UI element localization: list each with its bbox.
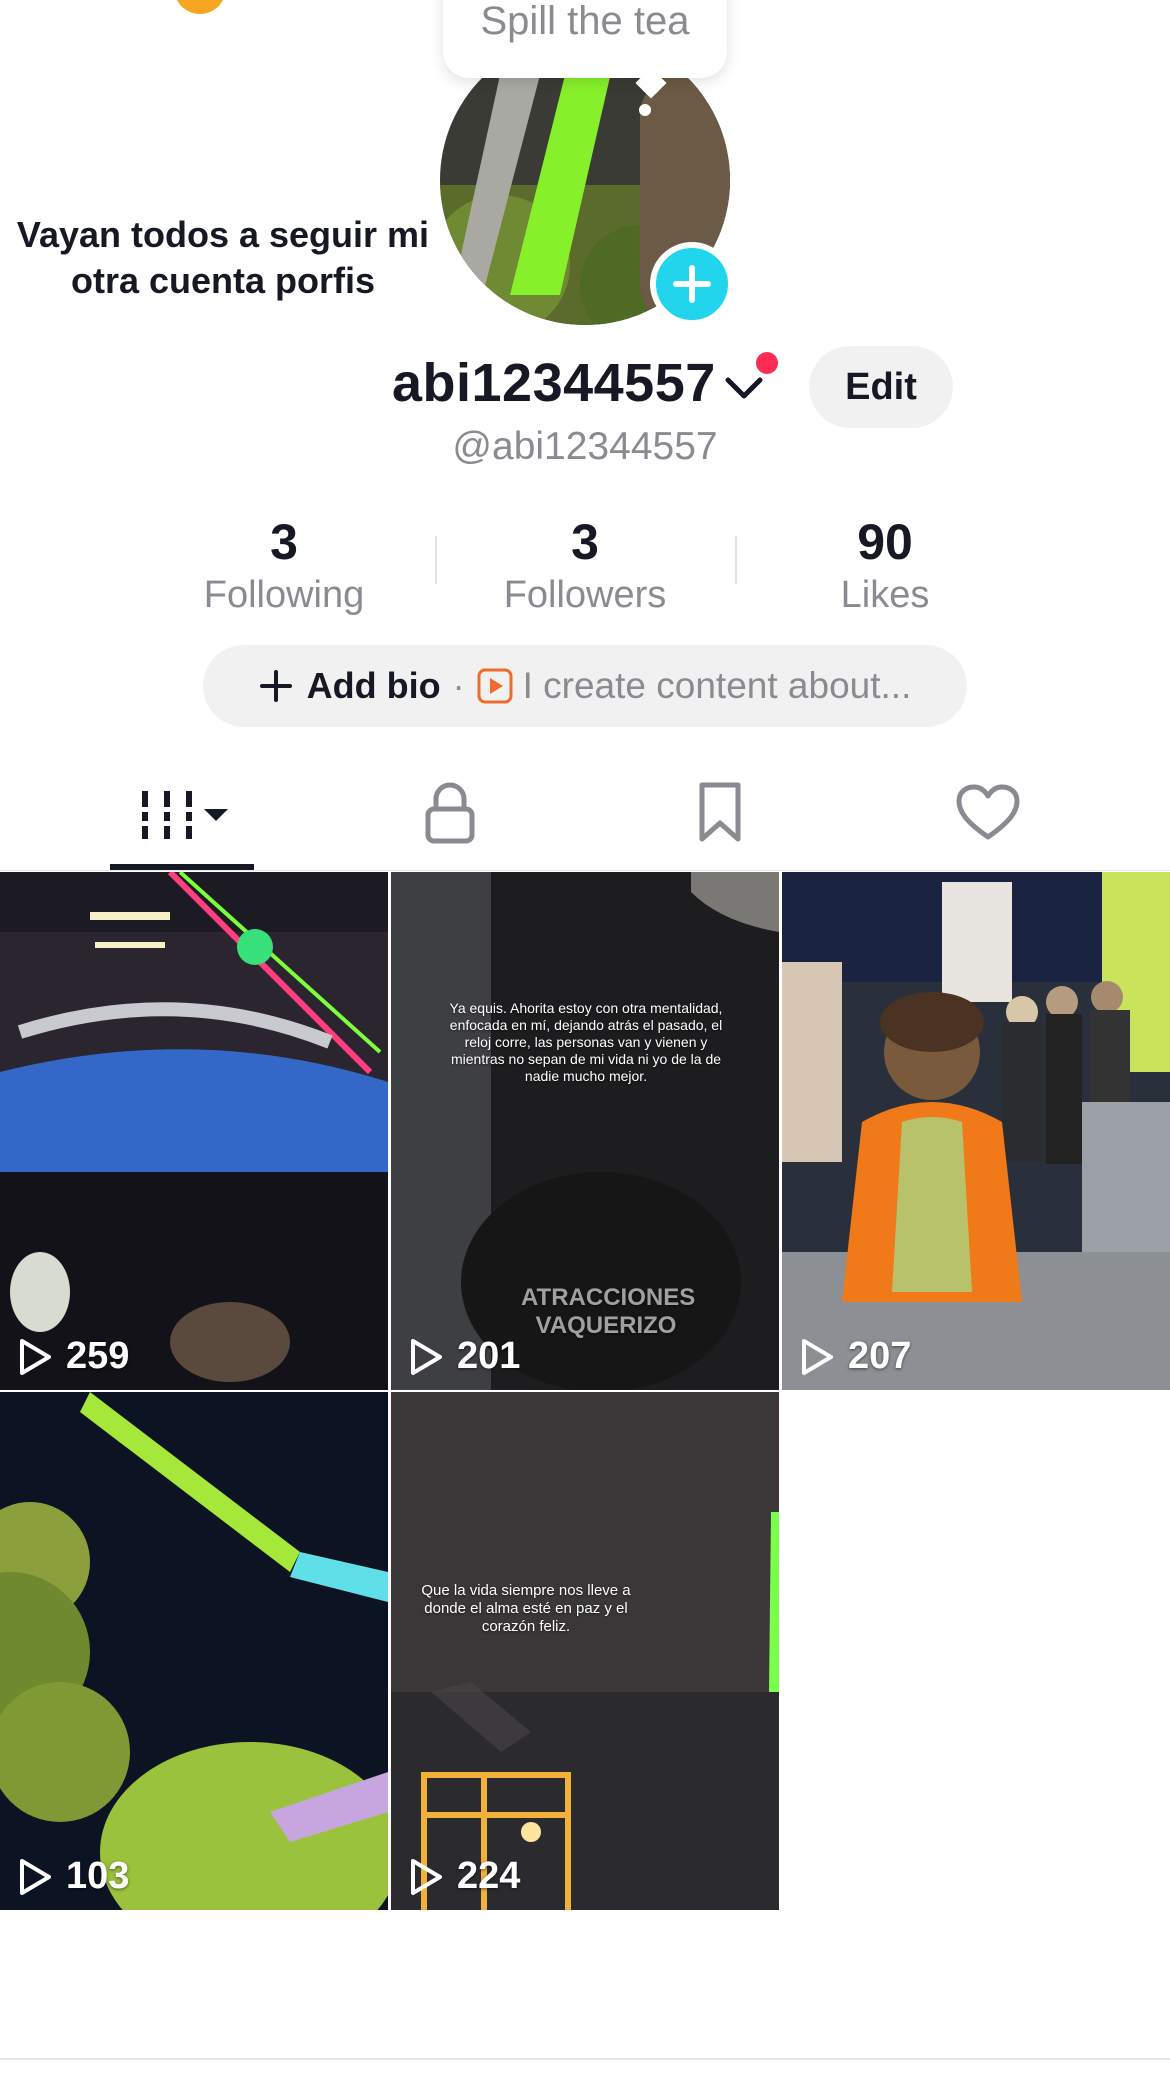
stat-followers-label: Followers (503, 574, 667, 616)
note-bubble-text: Spill the tea (480, 0, 690, 43)
notification-dot (756, 352, 778, 374)
view-count: 224 (409, 1855, 520, 1898)
edit-profile-button[interactable]: Edit (809, 346, 953, 428)
video-tile[interactable]: Ya equis. Ahorita estoy con otra mentali… (391, 872, 779, 1390)
view-count: 207 (800, 1335, 911, 1378)
bookmark-icon (699, 782, 741, 842)
username-handle: @abi12344557 (452, 425, 718, 468)
chevron-down-icon[interactable] (724, 372, 764, 402)
tab-liked[interactable] (938, 778, 1038, 848)
stat-likes[interactable]: 90 Likes (735, 512, 1035, 618)
view-count-value: 224 (457, 1855, 521, 1897)
add-avatar-button[interactable] (650, 242, 734, 326)
view-count-value: 259 (66, 1335, 130, 1377)
tab-private[interactable] (400, 778, 500, 848)
video-tile[interactable]: 207 (782, 872, 1170, 1390)
stat-likes-value: 90 (857, 514, 913, 570)
bio-hint: I create content about... (522, 665, 912, 706)
heart-icon (956, 784, 1020, 840)
play-icon (802, 1338, 833, 1375)
note-bubble[interactable]: Spill the tea (443, 0, 727, 78)
view-count: 259 (18, 1335, 129, 1378)
video-tile[interactable]: 103 (0, 1392, 388, 1910)
video-caption: Que la vida siempre nos lleve a donde el… (421, 1582, 631, 1635)
stat-followers[interactable]: 3 Followers (435, 512, 735, 618)
add-bio-label: Add bio (306, 665, 441, 706)
stat-likes-label: Likes (840, 574, 930, 616)
video-tile[interactable]: 259 (0, 872, 388, 1390)
tab-videos[interactable] (132, 778, 232, 848)
view-count: 103 (18, 1855, 129, 1898)
tab-saved[interactable] (670, 778, 770, 848)
play-icon (411, 1338, 442, 1375)
tab-divider (0, 870, 1170, 871)
play-icon (20, 1858, 51, 1895)
bio-separator: · (452, 665, 465, 706)
play-icon (20, 1338, 51, 1375)
view-count-value: 103 (66, 1855, 130, 1897)
plus-icon (259, 670, 292, 702)
stat-following-label: Following (203, 574, 365, 616)
video-tile[interactable]: Que la vida siempre nos lleve a donde el… (391, 1392, 779, 1910)
stat-following[interactable]: 3 Following (134, 512, 434, 618)
stat-followers-value: 3 (571, 514, 599, 570)
video-play-icon (477, 668, 513, 704)
video-overlay-text: ATRACCIONES VAQUERIZO (521, 1284, 696, 1339)
play-icon (411, 1858, 442, 1895)
profile-note[interactable]: Vayan todos a seguir mi otra cuenta porf… (0, 212, 446, 304)
lock-icon (425, 782, 475, 844)
display-name[interactable]: abi12344557 (392, 352, 716, 414)
add-bio-button[interactable]: Add bio · I create content about... (203, 645, 967, 727)
bottom-nav-divider (0, 2058, 1170, 2060)
view-count-value: 207 (848, 1335, 912, 1377)
plus-icon (673, 265, 711, 303)
video-caption: Ya equis. Ahorita estoy con otra mentali… (449, 1000, 723, 1084)
view-count: 201 (409, 1335, 520, 1378)
videos-grid-icon (136, 791, 228, 839)
view-count-value: 201 (457, 1335, 521, 1377)
stat-following-value: 3 (270, 514, 298, 570)
